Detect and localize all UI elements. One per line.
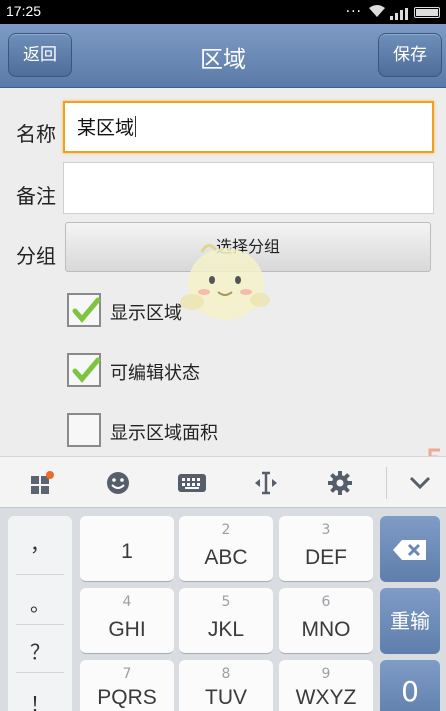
- punctuation-column: ， 。 ？ ！: [8, 516, 72, 711]
- key-6[interactable]: 6 MNO: [279, 588, 373, 654]
- key-5[interactable]: 5 JKL: [179, 588, 273, 654]
- note-field[interactable]: [63, 162, 434, 214]
- signal-icon: [390, 5, 408, 24]
- keyboard-toolbar: [0, 456, 446, 508]
- editable-state-checkbox[interactable]: [67, 353, 101, 387]
- save-button[interactable]: 保存: [378, 33, 442, 77]
- status-time: 17:25: [6, 3, 42, 19]
- key-9[interactable]: 9 WXYZ: [279, 660, 373, 711]
- collapse-icon[interactable]: [396, 457, 444, 509]
- cursor-icon[interactable]: [242, 457, 290, 509]
- divider: [16, 624, 64, 625]
- show-area-size-label: 显示区域面积: [110, 423, 218, 444]
- divider: [16, 574, 64, 575]
- note-label: 备注: [16, 184, 56, 208]
- editable-state-label: 可编辑状态: [110, 363, 200, 384]
- toolbar-divider: [386, 467, 387, 499]
- reenter-key[interactable]: 重输: [380, 588, 440, 654]
- battery-icon: [414, 7, 440, 18]
- name-field-value: 某区域: [77, 117, 135, 139]
- key-8[interactable]: 8 TUV: [179, 660, 273, 711]
- key-4[interactable]: 4 GHI: [80, 588, 174, 654]
- key-1[interactable]: 1: [80, 516, 174, 582]
- title-bar: 返回 区域 保存: [0, 24, 446, 88]
- notification-dots: ...: [345, 0, 362, 16]
- key-3[interactable]: 3 DEF: [279, 516, 373, 582]
- backspace-icon: [393, 539, 426, 560]
- group-label: 分组: [16, 244, 56, 268]
- key-0[interactable]: 0: [380, 660, 440, 711]
- keyboard-icon[interactable]: [168, 457, 216, 509]
- name-label: 名称: [16, 122, 56, 146]
- punct-key-period[interactable]: 。: [8, 588, 72, 617]
- wifi-icon: [368, 3, 386, 22]
- show-area-checkbox[interactable]: [67, 293, 101, 327]
- punct-key-comma[interactable]: ，: [8, 528, 72, 557]
- status-bar: 17:25 ...: [0, 0, 446, 24]
- show-area-size-checkbox[interactable]: [67, 413, 101, 447]
- check-icon: [72, 297, 101, 323]
- name-field[interactable]: 某区域: [63, 101, 434, 153]
- punct-key-question[interactable]: ？: [8, 636, 72, 665]
- punct-key-exclaim[interactable]: ！: [8, 688, 72, 711]
- text-caret: [135, 116, 137, 137]
- settings-icon[interactable]: [316, 457, 364, 509]
- apps-icon[interactable]: [18, 457, 66, 509]
- backspace-key[interactable]: [380, 516, 440, 582]
- emoji-icon[interactable]: [94, 457, 142, 509]
- key-7[interactable]: 7 PQRS: [80, 660, 174, 711]
- key-2[interactable]: 2 ABC: [179, 516, 273, 582]
- mascot-icon[interactable]: [172, 240, 276, 334]
- t9-keyboard: ， 。 ？ ！ 1 2 ABC 3 DEF 4 GHI 5 JKL 6 MNO …: [0, 508, 446, 711]
- check-icon: [72, 357, 101, 383]
- divider: [16, 672, 64, 673]
